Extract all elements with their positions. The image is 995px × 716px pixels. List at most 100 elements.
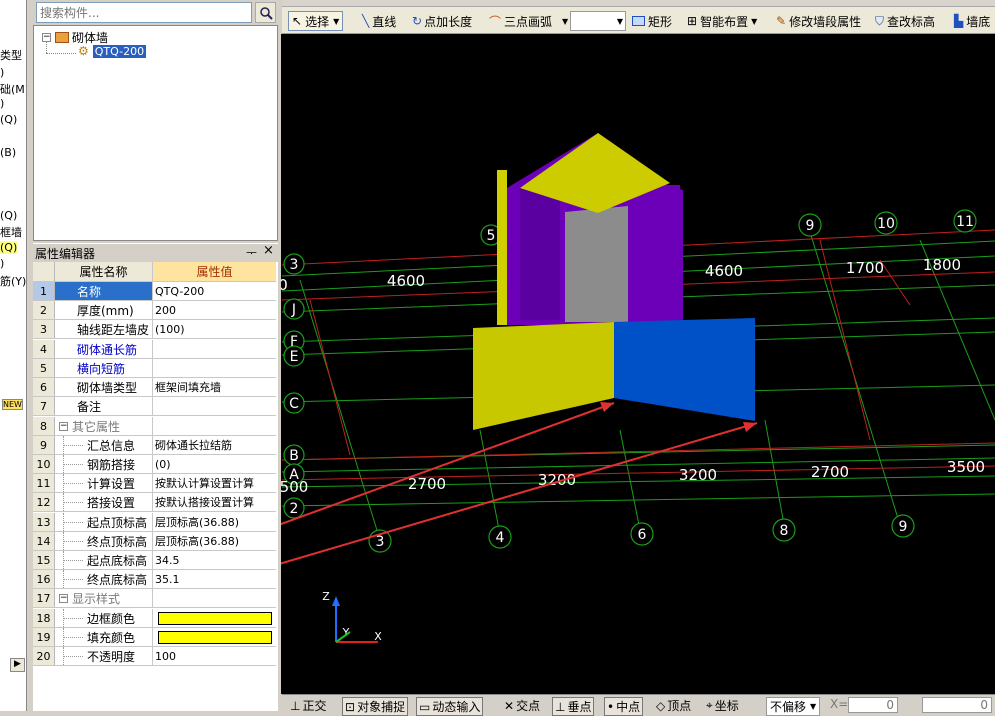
smart-layout-button[interactable]: ⊞ 智能布置 ▼ [687,11,757,31]
chevron-down-icon[interactable]: ▼ [562,17,568,26]
arc-mode-select[interactable]: ▼ [570,11,626,31]
strip-item[interactable]: (Q) [0,241,18,254]
property-row[interactable]: 18 边框颜色 [33,609,276,628]
property-row[interactable]: 12 搭接设置 按默认搭接设置计算 [33,493,276,512]
row-number: 4 [33,340,55,358]
check-elevation-button[interactable]: ⛉ 查改标高 [875,11,935,31]
collapse-icon[interactable]: − [59,593,68,603]
search-button[interactable] [255,2,276,23]
property-editor-title: 属性编辑器 [35,247,96,261]
property-value[interactable] [153,359,276,377]
property-value[interactable]: (0) [153,455,276,473]
intersection-snap[interactable]: ✕ 交点 [504,697,540,714]
pin-icon[interactable]: ᅮ [246,244,257,261]
dimension-label: 4600 [387,272,425,290]
color-swatch[interactable] [158,611,272,625]
strip-item[interactable]: (B) [0,146,16,159]
point-length-icon: ↻ [412,14,423,28]
property-row[interactable]: 10 钢筋搭接 (0) [33,455,276,474]
wall-base-button[interactable]: ▙ 墙底 [954,11,990,31]
property-value[interactable] [153,628,276,646]
property-value[interactable]: 200 [153,301,276,319]
property-value[interactable]: 砌体通长拉结筋 [153,436,276,454]
ortho-toggle[interactable]: ⊥ 正交 [290,697,326,714]
modify-wall-button[interactable]: ✎ 修改墙段属性 [776,11,861,31]
property-value[interactable]: 100 [153,647,276,665]
property-value[interactable] [153,609,276,627]
strip-item[interactable]: (Q) [0,209,17,222]
property-row[interactable]: 4 砌体通长筋 [33,340,276,359]
scroll-right-button[interactable]: ▶ [10,658,25,672]
property-value[interactable]: (100) [153,320,276,338]
strip-item[interactable]: ) [0,257,4,270]
property-row[interactable]: 7 备注 [33,397,276,416]
property-row[interactable]: 16 终点底标高 35.1 [33,570,276,589]
property-value[interactable]: 层顶标高(36.88) [153,513,276,531]
close-icon[interactable]: × [263,243,274,258]
strip-item[interactable]: 筋(Y) [0,273,26,289]
strip-item[interactable]: 类型 [0,47,22,63]
property-value[interactable] [153,397,276,415]
property-value[interactable]: QTQ-200 [153,282,276,300]
collapse-icon[interactable]: − [59,421,68,431]
property-value[interactable]: 框架间填充墙 [153,378,276,396]
offset-select[interactable]: 不偏移 ▼ [766,697,821,716]
property-value[interactable]: 层顶标高(36.88) [153,532,276,550]
property-row[interactable]: 20 不透明度 100 [33,647,276,666]
point-length-button[interactable]: ↻ 点加长度 [412,11,472,31]
strip-item[interactable]: ) [0,97,4,110]
snap-toggle[interactable]: ⊡ 对象捕捉 [342,697,409,716]
property-row[interactable]: 5 横向短筋 [33,359,276,378]
property-value[interactable]: 按默认计算设置计算 [153,474,276,492]
row-number: 20 [33,647,55,665]
property-row[interactable]: 9 汇总信息 砌体通长拉结筋 [33,436,276,455]
select-button[interactable]: ↖ 选择 ▼ [288,11,344,31]
3d-viewport[interactable]: 3 J F E C B A 2 5 9 10 11 3 4 6 8 9 4600 4600 1700 1800 2700 3… [281,34,995,694]
property-value[interactable] [153,589,276,607]
axis-label: 10 [877,216,895,232]
dimension-label: 3200 [679,466,717,484]
dynamic-input-icon: ▭ [419,699,431,714]
strip-item[interactable]: 础(M) [0,81,26,97]
property-value[interactable] [153,340,276,358]
rect-button[interactable]: 矩形 [632,11,672,31]
arc-button[interactable]: ⌒ 三点画弧 ▼ [489,11,568,31]
property-row[interactable]: 1 名称 QTQ-200 [33,282,276,301]
chevron-down-icon[interactable]: ▼ [751,17,757,26]
color-swatch[interactable] [158,630,272,644]
property-row[interactable]: 11 计算设置 按默认计算设置计算 [33,474,276,493]
property-row[interactable]: 19 填充颜色 [33,628,276,647]
drawing-toolbar: ↖ 选择 ▼ ╲ 直线 ↻ 点加长度 ⌒ 三点画弧 ▼ ▼ 矩形 ⊞ 智能布置 ▼ ✎ 修改墙段属… [282,0,995,34]
property-row[interactable]: 17− 显示样式 [33,589,276,608]
property-row[interactable]: 13 起点顶标高 层顶标高(36.88) [33,513,276,532]
property-value[interactable]: 35.1 [153,570,276,588]
line-button[interactable]: ╲ 直线 [362,11,396,31]
axis-label: B [289,448,299,464]
dynamic-input-toggle[interactable]: ▭ 动态输入 [416,697,484,716]
coordinate-snap[interactable]: ⌖ 坐标 [706,697,739,714]
row-number: 13 [33,513,55,531]
property-row[interactable]: 14 终点顶标高 层顶标高(36.88) [33,532,276,551]
chevron-down-icon[interactable]: ▼ [333,17,339,26]
wall-base-icon: ▙ [954,14,964,28]
property-row[interactable]: 2 厚度(mm) 200 [33,301,276,320]
tree-node-child[interactable]: ⚙ QTQ-200 [78,44,147,58]
strip-item[interactable]: (Q) [0,113,17,126]
property-row[interactable]: 8− 其它属性 [33,417,276,436]
property-value[interactable]: 34.5 [153,551,276,569]
property-row[interactable]: 15 起点底标高 34.5 [33,551,276,570]
property-row[interactable]: 3 轴线距左墙皮 (100) [33,320,276,339]
row-number: 15 [33,551,55,569]
strip-item[interactable]: 框墙 [0,224,22,240]
property-name: 起点底标高 [87,553,148,568]
search-input[interactable] [36,2,252,23]
axis-label: 8 [780,523,789,539]
strip-item[interactable]: ) [0,66,4,79]
ortho-icon: ⊥ [290,698,301,713]
midpoint-snap[interactable]: • 中点 [604,697,644,716]
perpendicular-snap[interactable]: ⊥ 垂点 [552,697,595,716]
property-value[interactable]: 按默认搭接设置计算 [153,493,276,511]
vertex-snap[interactable]: ◇ 顶点 [656,697,691,714]
property-value[interactable] [153,417,276,435]
property-row[interactable]: 6 砌体墙类型 框架间填充墙 [33,378,276,397]
